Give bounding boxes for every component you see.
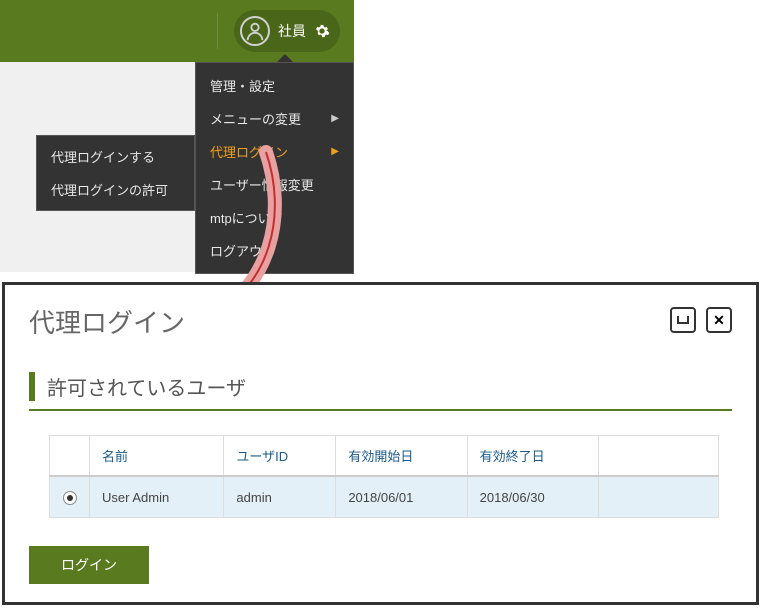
table-header-end-date[interactable]: 有効終了日	[467, 436, 598, 477]
window-title: 代理ログイン	[29, 303, 185, 340]
table-cell-radio[interactable]	[50, 476, 90, 518]
dropdown-item-label: ユーザー情報変更	[210, 175, 314, 194]
table-header-start-date[interactable]: 有効開始日	[336, 436, 467, 477]
header-divider	[217, 13, 218, 49]
dropdown-item-logout[interactable]: ログアウト	[196, 234, 353, 267]
table-row[interactable]: User Admin admin 2018/06/01 2018/06/30	[50, 476, 719, 518]
header-bar: 社員	[0, 0, 354, 62]
dropdown-item-user-info[interactable]: ユーザー情報変更	[196, 168, 353, 201]
submenu-item-label: 代理ログインする	[51, 150, 155, 165]
proxy-login-window: 代理ログイン ✕ 許可されているユーザ 名前 ユーザID 有効開始日	[2, 282, 759, 605]
dropdown-item-label: 管理・設定	[210, 76, 275, 95]
login-button[interactable]: ログイン	[29, 546, 149, 584]
table-header-empty	[599, 436, 719, 477]
user-avatar-icon	[240, 16, 270, 46]
submenu: 代理ログインする 代理ログインの許可	[36, 135, 195, 211]
menu-region: 管理・設定 メニューの変更 ▶ 代理ログイン ▶ ユーザー情報変更 mtpについ…	[0, 62, 354, 272]
dropdown-item-label: mtpについて	[210, 208, 283, 227]
dropdown-item-proxy-login[interactable]: 代理ログイン ▶	[196, 135, 353, 168]
chevron-right-icon: ▶	[331, 113, 339, 124]
section-title: 許可されているユーザ	[29, 372, 732, 401]
dropdown-item-about-mtp[interactable]: mtpについて	[196, 201, 353, 234]
radio-dot-icon	[67, 495, 73, 501]
dropdown-item-label: ログアウト	[210, 241, 275, 260]
dropdown-item-admin-settings[interactable]: 管理・設定	[196, 69, 353, 102]
window-close-button[interactable]: ✕	[706, 307, 732, 333]
table-header-userid[interactable]: ユーザID	[224, 436, 336, 477]
chevron-right-icon: ▶	[331, 146, 339, 157]
dropdown-menu: 管理・設定 メニューの変更 ▶ 代理ログイン ▶ ユーザー情報変更 mtpについ…	[195, 62, 354, 274]
section-title-wrap: 許可されているユーザ	[29, 372, 732, 411]
submenu-item-do-proxy-login[interactable]: 代理ログインする	[37, 140, 194, 173]
user-menu-pill[interactable]: 社員	[234, 10, 340, 52]
dropdown-item-label: 代理ログイン	[210, 142, 288, 161]
window-minimize-button[interactable]	[670, 307, 696, 333]
table-header-select	[50, 436, 90, 477]
table-header-row: 名前 ユーザID 有効開始日 有効終了日	[50, 436, 719, 477]
window-header: 代理ログイン ✕	[29, 303, 732, 340]
dropdown-item-menu-change[interactable]: メニューの変更 ▶	[196, 102, 353, 135]
table-cell-start: 2018/06/01	[336, 476, 467, 518]
submenu-item-proxy-login-permission[interactable]: 代理ログインの許可	[37, 173, 194, 206]
gear-icon	[314, 23, 330, 39]
table-cell-name: User Admin	[90, 476, 224, 518]
close-icon: ✕	[713, 312, 725, 329]
user-label: 社員	[278, 21, 306, 41]
permitted-users-table: 名前 ユーザID 有効開始日 有効終了日 User Admin admin	[49, 435, 719, 518]
radio-button[interactable]	[63, 491, 77, 505]
submenu-item-label: 代理ログインの許可	[51, 183, 168, 198]
table-cell-end: 2018/06/30	[467, 476, 598, 518]
table-cell-empty	[599, 476, 719, 518]
dropdown-item-label: メニューの変更	[210, 109, 301, 128]
window-controls: ✕	[670, 307, 732, 333]
table-header-name[interactable]: 名前	[90, 436, 224, 477]
table-cell-userid: admin	[224, 476, 336, 518]
minimize-icon	[677, 316, 689, 324]
